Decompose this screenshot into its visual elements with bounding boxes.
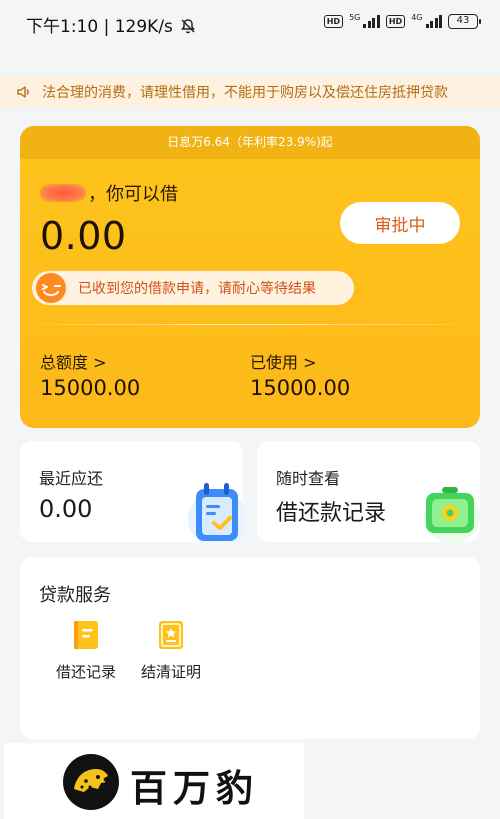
notepad-icon: [188, 483, 243, 542]
book-icon: [74, 621, 98, 649]
battery-icon: 43: [448, 14, 481, 29]
used-limit-link[interactable]: 已使用 >: [250, 349, 317, 373]
service-item-settlement-certificate[interactable]: 结清证明: [131, 619, 211, 682]
status-bar: 下午1:10 | 129K/s HD 5G HD 4G 43: [0, 0, 500, 46]
service-item-label: 结清证明: [140, 663, 201, 681]
approval-status-button[interactable]: 审批中: [340, 202, 460, 244]
brand-badge: 百万豹: [4, 743, 304, 819]
recent-repayment-card[interactable]: 最近应还 0.00: [20, 441, 243, 542]
certificate-icon: [159, 621, 183, 649]
status-time: 下午1:10 | 129K/s: [26, 12, 196, 37]
monitor-icon: [424, 487, 480, 542]
recent-repayment-title: 最近应还: [39, 469, 104, 488]
total-limit-link[interactable]: 总额度 >: [40, 349, 107, 373]
masked-user-name: [40, 184, 86, 202]
hd-badge: HD: [385, 15, 406, 28]
leopard-logo-icon: [63, 754, 119, 810]
notice-text: 已收到您的借款申请，请耐心等待结果: [78, 281, 316, 297]
application-notice: 已收到您的借款申请，请耐心等待结果: [32, 271, 354, 305]
brand-name: 百万豹: [130, 766, 259, 810]
records-card-title: 随时查看: [276, 469, 341, 488]
speaker-icon: [17, 86, 29, 98]
network-type-label: 4G: [411, 13, 423, 22]
recent-repayment-value: 0.00: [39, 495, 93, 523]
loan-records-card[interactable]: 随时查看 借还款记录: [257, 441, 480, 542]
service-item-loan-records[interactable]: 借还记录: [46, 619, 126, 682]
signal-icon: [363, 15, 380, 28]
notice-marquee[interactable]: 法合理的消费，请理性借用，不能用于购房以及偿还住房抵押贷款: [0, 76, 500, 108]
divider: [40, 324, 460, 325]
greeting-text: ，你可以借: [88, 184, 178, 205]
wink-face-icon: [36, 273, 66, 303]
network-type-label: 5G: [349, 13, 361, 22]
hd-badge: HD: [323, 15, 344, 28]
network-speed: 129K/s: [114, 17, 173, 37]
signal-icon: [425, 15, 442, 28]
clock: 下午1:10: [26, 17, 99, 37]
available-amount: 0.00: [40, 214, 127, 258]
total-limit-value: 15000.00: [40, 376, 141, 400]
loan-card: 日息万6.64（年利率23.9%)起 ，你可以借 0.00 审批中 已收到您的借…: [20, 126, 480, 428]
status-icons: HD 5G HD 4G 43: [323, 13, 481, 29]
marquee-text: 法合理的消费，请理性借用，不能用于购房以及偿还住房抵押贷款: [42, 85, 448, 101]
services-title: 贷款服务: [39, 585, 111, 606]
records-card-value: 借还款记录: [276, 501, 387, 526]
brand-bar: 百万豹: [0, 743, 500, 819]
used-limit-value: 15000.00: [250, 376, 351, 400]
greeting: ，你可以借: [40, 180, 178, 206]
loan-services-card: 贷款服务 借还记录 结清证明: [20, 557, 480, 739]
service-item-label: 借还记录: [55, 663, 116, 681]
interest-rate-text: 日息万6.64（年利率23.9%)起: [20, 126, 480, 159]
mute-bell-icon: [181, 19, 196, 34]
